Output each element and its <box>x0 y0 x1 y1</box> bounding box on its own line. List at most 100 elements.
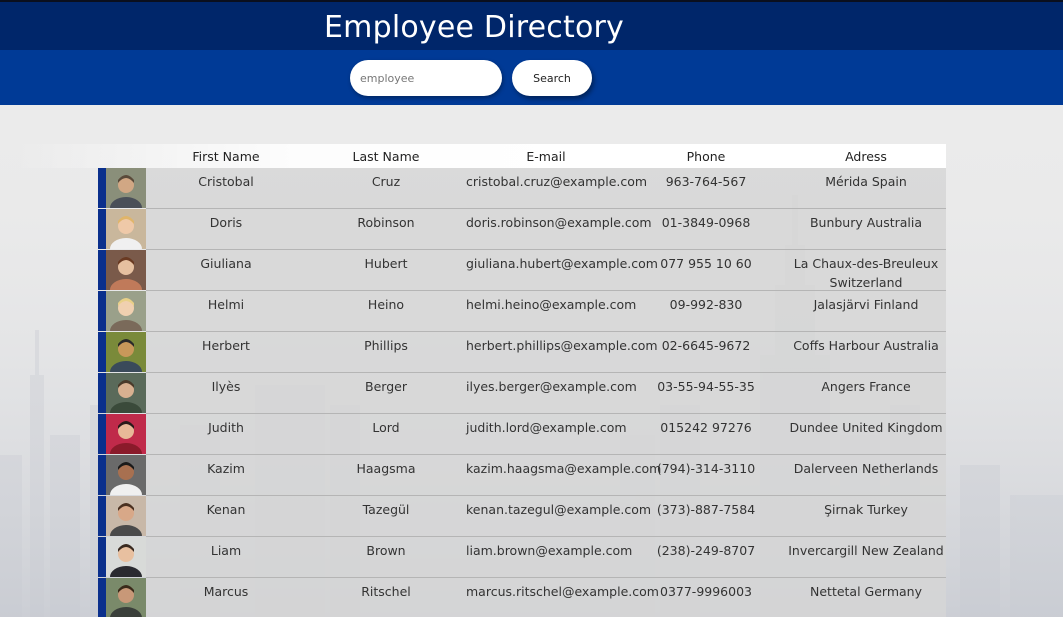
header-title-bar: Employee Directory <box>0 0 1063 50</box>
cell-phone: (794)-314-3110 <box>656 461 756 476</box>
cell-email[interactable]: kenan.tazegul@example.com <box>466 496 651 536</box>
table-row[interactable]: Judith Lord judith.lord@example.com 0152… <box>14 414 946 455</box>
table-row[interactable]: Kazim Haagsma kazim.haagsma@example.com … <box>14 455 946 496</box>
table-row[interactable]: Kenan Tazegül kenan.tazegul@example.com … <box>14 496 946 537</box>
row-photo-cell <box>98 291 146 332</box>
row-photo-cell <box>98 373 146 414</box>
avatar <box>106 496 146 536</box>
cell-email[interactable]: doris.robinson@example.com <box>466 209 652 249</box>
cell-phone: (373)-887-7584 <box>656 502 756 517</box>
cell-address: Invercargill New Zealand <box>788 543 944 558</box>
row-accent-bar <box>98 291 106 331</box>
cell-last-name: Brown <box>366 543 406 558</box>
employee-table: First Name Last Name E-mail Phone Adress… <box>14 144 946 617</box>
cell-email[interactable]: helmi.heino@example.com <box>466 291 636 331</box>
cell-last-name: Robinson <box>357 215 415 230</box>
row-cells: Cristobal Cruz cristobal.cruz@example.co… <box>146 168 946 209</box>
search-input[interactable] <box>350 60 502 96</box>
table-row[interactable]: Marcus Ritschel marcus.ritschel@example.… <box>14 578 946 617</box>
cell-phone: 0377-9996003 <box>660 584 752 599</box>
column-header-last-name[interactable]: Last Name <box>306 149 466 164</box>
cell-phone: 03-55-94-55-35 <box>657 379 755 394</box>
table-row[interactable]: Cristobal Cruz cristobal.cruz@example.co… <box>14 168 946 209</box>
row-spacer <box>14 250 98 291</box>
table-row[interactable]: Doris Robinson doris.robinson@example.co… <box>14 209 946 250</box>
cell-last-name: Berger <box>365 379 407 394</box>
row-photo-cell <box>98 455 146 496</box>
row-accent-bar <box>98 414 106 454</box>
table-row[interactable]: Helmi Heino helmi.heino@example.com 09-9… <box>14 291 946 332</box>
cell-phone: 02-6645-9672 <box>661 338 751 353</box>
cell-first-name: Helmi <box>207 297 245 312</box>
row-cells: Kazim Haagsma kazim.haagsma@example.com … <box>146 455 946 496</box>
table-row[interactable]: Liam Brown liam.brown@example.com (238)-… <box>14 537 946 578</box>
row-spacer <box>14 455 98 496</box>
avatar <box>106 455 146 495</box>
cell-phone: 01-3849-0968 <box>661 215 751 230</box>
row-photo-cell <box>98 414 146 455</box>
cell-last-name: Haagsma <box>356 461 416 476</box>
row-spacer <box>14 414 98 455</box>
row-cells: Judith Lord judith.lord@example.com 0152… <box>146 414 946 455</box>
cell-phone: 09-992-830 <box>669 297 743 312</box>
row-accent-bar <box>98 373 106 413</box>
column-header-address[interactable]: Adress <box>786 149 946 164</box>
row-cells: Ilyès Berger ilyes.berger@example.com 03… <box>146 373 946 414</box>
avatar <box>106 373 146 413</box>
cell-email[interactable]: judith.lord@example.com <box>466 414 627 454</box>
table-row[interactable]: Ilyès Berger ilyes.berger@example.com 03… <box>14 373 946 414</box>
table-row[interactable]: Giuliana Hubert giuliana.hubert@example.… <box>14 250 946 291</box>
row-accent-bar <box>98 496 106 536</box>
row-spacer <box>14 373 98 414</box>
column-header-email[interactable]: E-mail <box>466 149 626 164</box>
avatar <box>106 332 146 372</box>
cell-email[interactable]: cristobal.cruz@example.com <box>466 168 647 208</box>
row-accent-bar <box>98 455 106 495</box>
avatar <box>106 578 146 617</box>
row-photo-cell <box>98 537 146 578</box>
cell-last-name: Lord <box>372 420 400 435</box>
cell-email[interactable]: marcus.ritschel@example.com <box>466 578 659 617</box>
cell-email[interactable]: kazim.haagsma@example.com <box>466 455 661 495</box>
table-row[interactable]: Herbert Phillips herbert.phillips@exampl… <box>14 332 946 373</box>
cell-last-name: Heino <box>367 297 405 312</box>
cell-address: La Chaux-des-Breuleux Switzerland <box>793 256 939 290</box>
row-cells: Kenan Tazegül kenan.tazegul@example.com … <box>146 496 946 537</box>
cell-first-name: Kazim <box>207 461 245 476</box>
row-accent-bar <box>98 332 106 372</box>
cell-phone: 963-764-567 <box>665 174 747 189</box>
row-cells: Liam Brown liam.brown@example.com (238)-… <box>146 537 946 578</box>
cell-last-name: Cruz <box>371 174 401 189</box>
row-spacer <box>14 168 98 209</box>
row-photo-cell <box>98 496 146 537</box>
column-header-first-name[interactable]: First Name <box>146 149 306 164</box>
cell-email[interactable]: ilyes.berger@example.com <box>466 373 637 413</box>
cell-address: Bunbury Australia <box>809 215 923 230</box>
row-photo-cell <box>98 168 146 209</box>
column-header-phone[interactable]: Phone <box>626 149 786 164</box>
cell-email[interactable]: giuliana.hubert@example.com <box>466 250 658 290</box>
row-photo-cell <box>98 250 146 291</box>
cell-first-name: Marcus <box>203 584 249 599</box>
cell-phone: 015242 97276 <box>660 420 752 435</box>
row-cells: Marcus Ritschel marcus.ritschel@example.… <box>146 578 946 617</box>
row-spacer <box>14 291 98 332</box>
cell-address: Dundee United Kingdom <box>789 420 943 435</box>
row-accent-bar <box>98 209 106 249</box>
cell-phone: 077 955 10 60 <box>660 256 752 271</box>
cell-email[interactable]: liam.brown@example.com <box>466 537 632 577</box>
avatar <box>106 291 146 331</box>
cell-first-name: Herbert <box>202 338 250 353</box>
cell-address: Şirnak Turkey <box>824 502 908 517</box>
cell-first-name: Judith <box>208 420 244 435</box>
row-cells: Doris Robinson doris.robinson@example.co… <box>146 209 946 250</box>
cell-last-name: Hubert <box>364 256 408 271</box>
cell-email[interactable]: herbert.phillips@example.com <box>466 332 658 372</box>
row-spacer <box>14 496 98 537</box>
row-accent-bar <box>98 537 106 577</box>
cell-last-name: Phillips <box>364 338 408 353</box>
row-cells: Helmi Heino helmi.heino@example.com 09-9… <box>146 291 946 332</box>
cell-first-name: Ilyès <box>211 379 241 394</box>
row-photo-cell <box>98 332 146 373</box>
search-button[interactable]: Search <box>512 60 592 96</box>
